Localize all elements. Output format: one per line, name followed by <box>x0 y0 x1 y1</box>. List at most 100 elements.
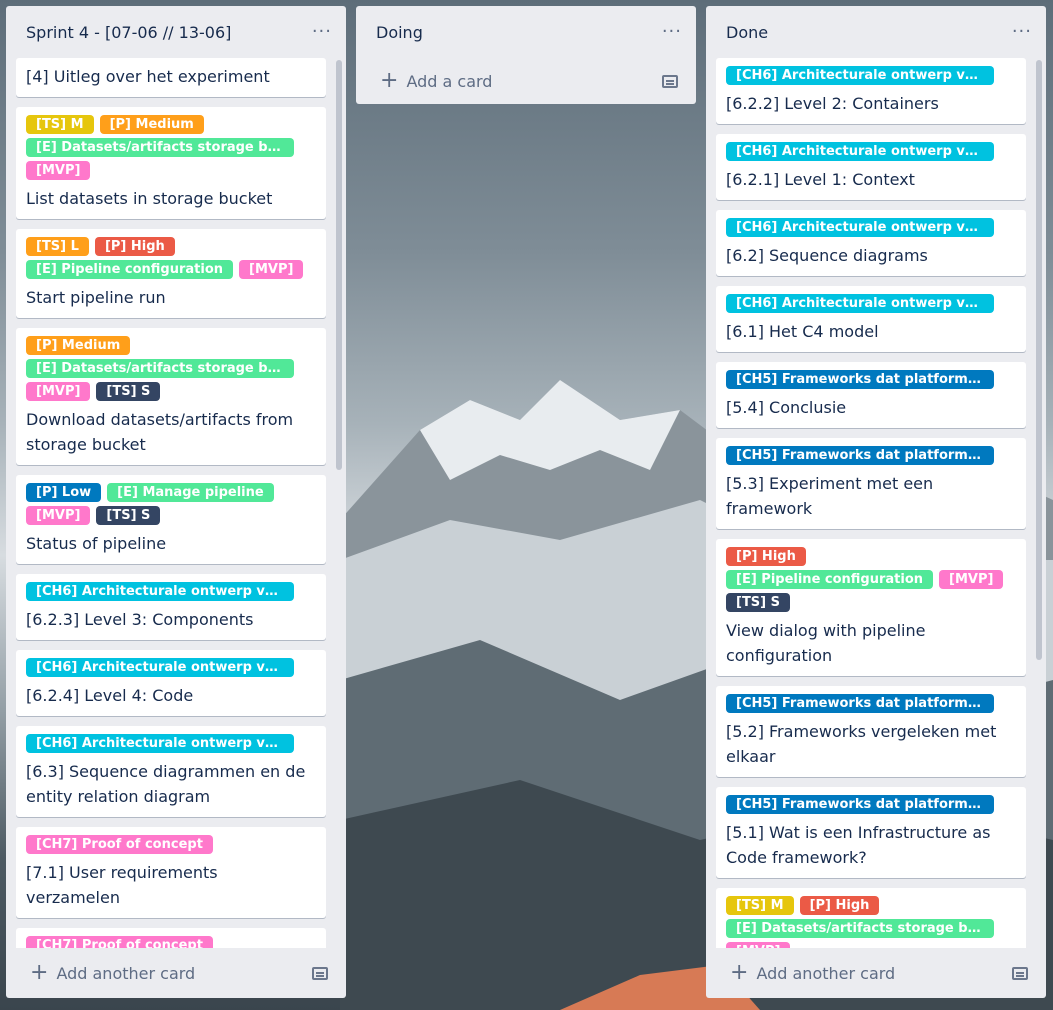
card-label[interactable]: [CH6] Architecturale ontwerp va... <box>26 658 294 677</box>
card-label[interactable]: [MVP] <box>26 382 91 401</box>
card[interactable]: [CH5] Frameworks dat platforme... [5.2] F… <box>716 686 1026 777</box>
card-label[interactable]: [TS] M <box>26 115 94 134</box>
card-labels: [CH6] Architecturale ontwerp va... <box>726 142 1016 161</box>
add-card-button[interactable]: + Add a card <box>380 70 492 92</box>
card-label[interactable]: [MVP] <box>939 570 1004 589</box>
card[interactable]: [CH6] Architecturale ontwerp va... [6.2.2… <box>716 58 1026 124</box>
card[interactable]: [TS] M [P] High [E] Datasets/artifacts sto… <box>716 888 1026 948</box>
card-label[interactable]: [CH6] Architecturale ontwerp va... <box>726 66 994 85</box>
add-card-button[interactable]: + Add another card <box>730 962 895 984</box>
card[interactable]: [4] Uitleg over het experiment <box>16 58 326 97</box>
scrollbar[interactable] <box>1036 60 1042 660</box>
card-labels: [P] High [E] Pipeline configuration [MVP] [… <box>726 547 1016 612</box>
card[interactable]: [P] Low [E] Manage pipeline [MVP] [TS] S Sta… <box>16 475 326 564</box>
card-title: List datasets in storage bucket <box>26 189 273 208</box>
list-menu-icon[interactable]: ··· <box>662 23 682 41</box>
list-footer: + Add another card <box>6 948 346 998</box>
card[interactable]: [P] High [E] Pipeline configuration [MVP] [… <box>716 539 1026 676</box>
card-title: Download datasets/artifacts from storage… <box>26 410 294 454</box>
card-label[interactable]: [CH7] Proof of concept <box>26 936 213 948</box>
card-label[interactable]: [P] High <box>94 237 175 256</box>
card-label[interactable]: [CH5] Frameworks dat platforme... <box>726 795 994 814</box>
card[interactable]: [CH6] Architecturale ontwerp va... [6.2.4… <box>16 650 326 716</box>
card-template-icon[interactable] <box>1012 966 1028 980</box>
card-label[interactable]: [CH6] Architecturale ontwerp va... <box>26 734 294 753</box>
list-sprint: Sprint 4 - [07-06 // 13-06] ··· [4] Uitl… <box>6 6 346 998</box>
card-label[interactable]: [CH5] Frameworks dat platforme... <box>726 694 994 713</box>
list-done: Done ··· [CH6] Architecturale ontwerp va… <box>706 6 1046 998</box>
plus-icon: + <box>30 960 49 985</box>
card-label[interactable]: [TS] M <box>726 896 794 915</box>
card-labels: [CH6] Architecturale ontwerp va... <box>726 218 1016 237</box>
card-label[interactable]: [E] Manage pipeline <box>107 483 274 502</box>
card-label[interactable]: [TS] S <box>726 593 791 612</box>
card-label[interactable]: [CH7] Proof of concept <box>26 835 213 854</box>
card[interactable]: [CH5] Frameworks dat platforme... [5.1] W… <box>716 787 1026 878</box>
card-labels: [P] Low [E] Manage pipeline [MVP] [TS] S <box>26 483 316 525</box>
card-label[interactable]: [CH6] Architecturale ontwerp va... <box>26 582 294 601</box>
card-label[interactable]: [MVP] <box>239 260 304 279</box>
card-label[interactable]: [TS] L <box>26 237 89 256</box>
card-title: View dialog with pipeline configuration <box>726 621 926 665</box>
card[interactable]: [CH6] Architecturale ontwerp va... [6.1] … <box>716 286 1026 352</box>
card[interactable]: [CH6] Architecturale ontwerp va... [6.2.1… <box>716 134 1026 200</box>
card-label[interactable]: [E] Datasets/artifacts storage bu... <box>26 138 294 157</box>
card-label[interactable]: [MVP] <box>26 506 91 525</box>
card-title: [6.1] Het C4 model <box>726 322 879 341</box>
card-labels: [TS] L [P] High [E] Pipeline configuration… <box>26 237 316 279</box>
card-label[interactable]: [E] Pipeline configuration <box>26 260 234 279</box>
add-card-label: Add another card <box>56 963 196 983</box>
card-container: [4] Uitleg over het experiment [TS] M [P] … <box>6 58 346 948</box>
card-title: [6.2.2] Level 2: Containers <box>726 94 939 113</box>
card-label[interactable]: [MVP] <box>26 161 91 180</box>
list-title[interactable]: Sprint 4 - [07-06 // 13-06] <box>26 23 231 42</box>
card-label[interactable]: [CH6] Architecturale ontwerp va... <box>726 218 994 237</box>
card-template-icon[interactable] <box>662 74 678 88</box>
card-label[interactable]: [MVP] <box>726 942 791 948</box>
list-title[interactable]: Doing <box>376 23 423 42</box>
card-labels: [CH7] Proof of concept <box>26 835 316 854</box>
card-label[interactable]: [E] Datasets/artifacts storage bu... <box>726 919 994 938</box>
card-labels: [CH5] Frameworks dat platforme... <box>726 694 1016 713</box>
card-title: [6.2.1] Level 1: Context <box>726 170 915 189</box>
add-card-button[interactable]: + Add another card <box>30 962 195 984</box>
card-label[interactable]: [CH5] Frameworks dat platforme... <box>726 370 994 389</box>
card-label[interactable]: [P] High <box>799 896 880 915</box>
card[interactable]: [CH7] Proof of concept [7.1] User require… <box>16 827 326 918</box>
card-label[interactable]: [P] Low <box>26 483 102 502</box>
add-card-label: Add a card <box>406 71 493 91</box>
card[interactable]: [P] Medium [E] Datasets/artifacts storage… <box>16 328 326 465</box>
card[interactable]: [CH6] Architecturale ontwerp va... [6.2.3… <box>16 574 326 640</box>
card[interactable]: [TS] M [P] Medium [E] Datasets/artifacts s… <box>16 107 326 219</box>
card-title: Status of pipeline <box>26 534 167 553</box>
card[interactable]: [CH6] Architecturale ontwerp va... [6.3] … <box>16 726 326 817</box>
card-label[interactable]: [TS] S <box>96 506 161 525</box>
card[interactable]: [CH5] Frameworks dat platforme... [5.3] E… <box>716 438 1026 529</box>
card[interactable]: [CH7] Proof of concept[7.1.1] Requiremen… <box>16 928 326 948</box>
list-menu-icon[interactable]: ··· <box>312 23 332 41</box>
card-label[interactable]: [TS] S <box>96 382 161 401</box>
card-label[interactable]: [CH6] Architecturale ontwerp va... <box>726 142 994 161</box>
card-title: [5.2] Frameworks vergeleken met elkaar <box>726 722 997 766</box>
list-footer: + Add a card <box>356 58 696 104</box>
card-label[interactable]: [E] Datasets/artifacts storage bu... <box>26 359 294 378</box>
card-labels: [TS] M [P] High [E] Datasets/artifacts sto… <box>726 896 1016 948</box>
plus-icon: + <box>380 68 399 93</box>
card-label[interactable]: [P] Medium <box>99 115 204 134</box>
list-menu-icon[interactable]: ··· <box>1012 23 1032 41</box>
plus-icon: + <box>730 960 749 985</box>
card-label[interactable]: [CH6] Architecturale ontwerp va... <box>726 294 994 313</box>
card-label[interactable]: [E] Pipeline configuration <box>726 570 934 589</box>
card-labels: [CH7] Proof of concept <box>26 936 316 948</box>
card[interactable]: [CH6] Architecturale ontwerp va... [6.2] … <box>716 210 1026 276</box>
card-label[interactable]: [P] Medium <box>26 336 131 355</box>
card-label[interactable]: [CH5] Frameworks dat platforme... <box>726 446 994 465</box>
list-title[interactable]: Done <box>726 23 768 42</box>
card[interactable]: [CH5] Frameworks dat platforme... [5.4] C… <box>716 362 1026 428</box>
card[interactable]: [TS] L [P] High [E] Pipeline configuration… <box>16 229 326 318</box>
scrollbar[interactable] <box>336 60 342 470</box>
card-title: [6.3] Sequence diagrammen en de entity r… <box>26 762 306 806</box>
card-template-icon[interactable] <box>312 966 328 980</box>
card-label[interactable]: [P] High <box>726 547 806 566</box>
card-labels: [P] Medium [E] Datasets/artifacts storage… <box>26 336 316 401</box>
